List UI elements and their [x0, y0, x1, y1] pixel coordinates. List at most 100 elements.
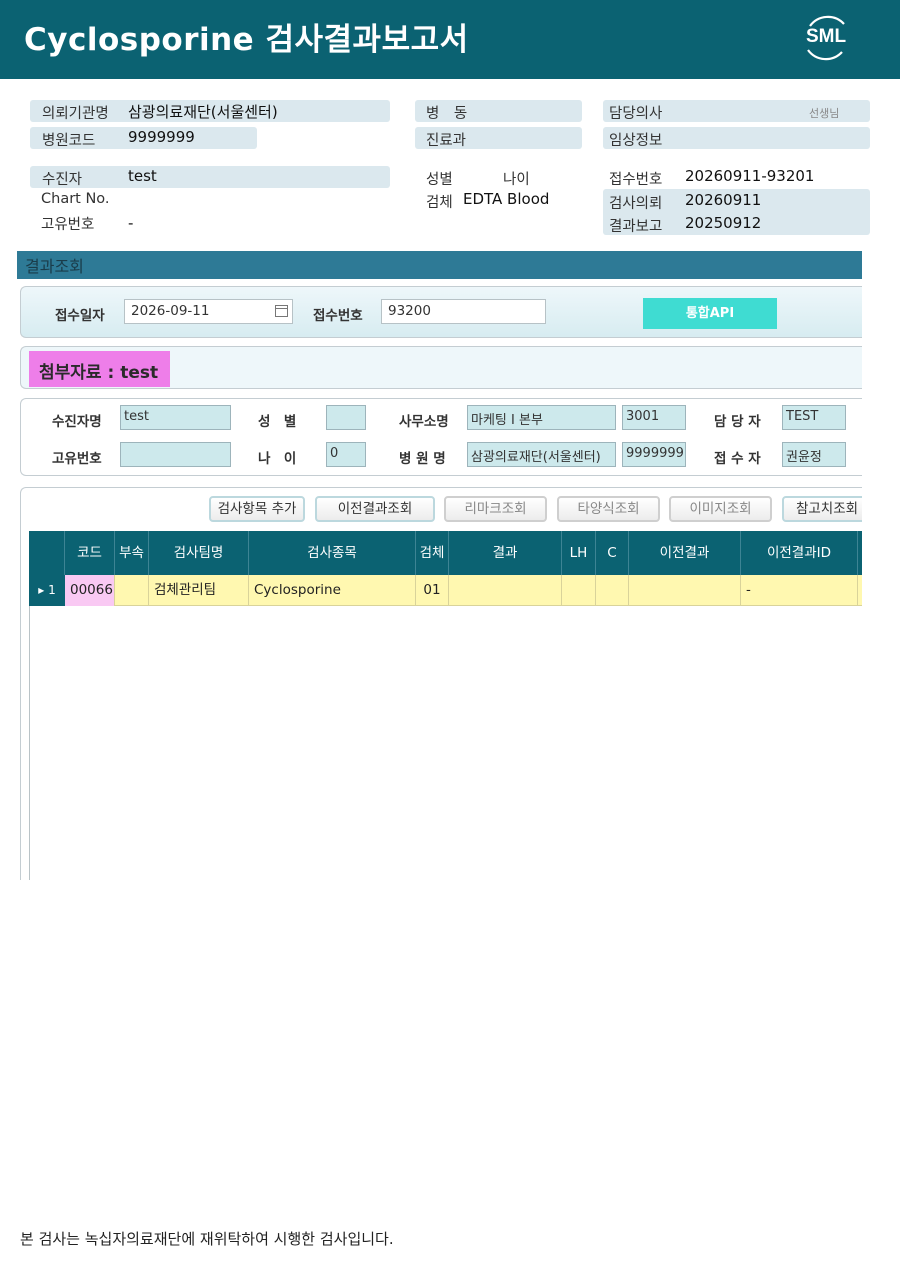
age-field-label: 나 이 — [258, 451, 297, 467]
col-prev-result-id[interactable]: 이전결과ID — [741, 531, 858, 575]
col-prev-result[interactable]: 이전결과 — [629, 531, 741, 575]
col-sub[interactable]: 부속 — [115, 531, 149, 575]
col-test[interactable]: 검사종목 — [249, 531, 416, 575]
cell-lh[interactable] — [562, 575, 596, 606]
results-grid-panel: 검사항목 추가 이전결과조회 리마크조회 타양식조회 이미지조회 참고치조회 코… — [20, 487, 862, 880]
ward-row: 병 동 — [415, 100, 582, 122]
dates-box: 검사의뢰 20260911 결과보고 20250912 — [603, 189, 870, 235]
search-panel: 접수일자 2026-09-11 접수번호 93200 통합API — [20, 286, 862, 338]
results-section-bar: 결과조회 — [17, 251, 862, 279]
sex-label: 성별 — [426, 172, 453, 188]
previous-result-button[interactable]: 이전결과조회 — [315, 496, 435, 522]
request-label: 검사의뢰 — [609, 196, 663, 212]
sex-field[interactable] — [326, 405, 366, 430]
department-label: 진료과 — [426, 133, 467, 149]
unique-id-label: 고유번호 — [41, 217, 95, 233]
receipt-no-value: 20260911-93201 — [685, 167, 815, 185]
image-button[interactable]: 이미지조회 — [669, 496, 772, 522]
patient-name: test — [128, 167, 157, 185]
department-row: 진료과 — [415, 127, 582, 149]
receipt-date-input[interactable]: 2026-09-11 — [124, 299, 293, 324]
other-form-button[interactable]: 타양식조회 — [557, 496, 660, 522]
report-title: Cyclosporine 검사결과보고서 — [24, 22, 469, 58]
hospital-code-value: 9999999 — [128, 128, 195, 146]
row-indicator[interactable]: ▸ 1 — [29, 575, 65, 606]
patient-detail-panel: 수진자명 test 성 별 사무소명 마케팅 I 본부 3001 담 당 자 T… — [20, 398, 862, 476]
specimen-row: 검체 EDTA Blood — [415, 189, 595, 211]
doctor-label: 담당의사 — [609, 106, 663, 122]
calendar-icon[interactable] — [275, 305, 288, 317]
cell-prev-result-id[interactable]: - — [741, 575, 858, 606]
add-test-item-button[interactable]: 검사항목 추가 — [209, 496, 305, 522]
doctor-row: 담당의사 선생님 — [603, 100, 870, 122]
reference-button[interactable]: 참고치조회 — [782, 496, 862, 522]
hospital-code-label: 병원코드 — [42, 133, 96, 149]
col-c[interactable]: C — [596, 531, 629, 575]
footer-note: 본 검사는 녹십자의료재단에 재위탁하여 시행한 검사입니다. — [20, 1230, 394, 1248]
uid-label: 고유번호 — [52, 451, 102, 467]
cell-specimen[interactable]: 01 — [416, 575, 449, 606]
uid-field[interactable] — [120, 442, 231, 467]
specimen-value: EDTA Blood — [463, 190, 550, 208]
grid-header: 코드 부속 검사팀명 검사종목 검체 결과 LH C 이전결과 이전결과ID — [29, 531, 862, 575]
receipt-no-input[interactable]: 93200 — [381, 299, 546, 324]
results-section-title: 결과조회 — [25, 257, 84, 276]
col-team[interactable]: 검사팀명 — [149, 531, 249, 575]
cell-result[interactable] — [449, 575, 562, 606]
clinical-info-label: 임상정보 — [609, 133, 663, 149]
col-lh[interactable]: LH — [562, 531, 596, 575]
grid-corner — [29, 531, 65, 575]
remark-button[interactable]: 리마크조회 — [444, 496, 547, 522]
col-result[interactable]: 결과 — [449, 531, 562, 575]
receiver-label: 접 수 자 — [714, 451, 761, 467]
request-date: 20260911 — [685, 191, 762, 209]
integrated-api-button[interactable]: 통합API — [643, 298, 777, 329]
hospital-name-label: 병 원 명 — [399, 451, 446, 467]
cell-team[interactable]: 검체관리팀 — [149, 575, 249, 606]
sex-age-row: 성별 나이 — [415, 166, 595, 188]
attachment-label[interactable]: 첨부자료 : test — [29, 351, 170, 387]
receiver-field[interactable]: 권윤정 — [782, 442, 846, 467]
cell-test[interactable]: Cyclosporine — [249, 575, 416, 606]
chart-label: Chart No. — [41, 191, 110, 207]
patient-label: 수진자 — [42, 172, 83, 188]
cell-c[interactable] — [596, 575, 629, 606]
logo-text: SML — [805, 26, 847, 47]
patient-row: 수진자 test — [30, 166, 390, 188]
hospital-code-row: 병원코드 9999999 — [30, 127, 257, 149]
institution-row: 의뢰기관명 삼광의료재단(서울센터) — [30, 100, 390, 122]
receipt-date-label: 접수일자 — [55, 308, 105, 324]
cell-prev-result[interactable] — [629, 575, 741, 606]
office-code-field[interactable]: 3001 — [622, 405, 686, 430]
col-code[interactable]: 코드 — [65, 531, 115, 575]
hospital-name-field[interactable]: 삼광의료재단(서울센터) — [467, 442, 616, 467]
patient-name-label: 수진자명 — [52, 414, 102, 430]
cell-code[interactable]: 00066 — [65, 575, 115, 606]
manager-field[interactable]: TEST — [782, 405, 846, 430]
cell-sub[interactable] — [115, 575, 149, 606]
table-row[interactable]: ▸ 1 00066 검체관리팀 Cyclosporine 01 - — [29, 575, 862, 606]
specimen-label: 검체 — [426, 195, 453, 211]
col-specimen[interactable]: 검체 — [416, 531, 449, 575]
unique-id-value: - — [128, 214, 134, 232]
receipt-no-search-label: 접수번호 — [313, 308, 363, 324]
unique-id-row: 고유번호 - — [30, 211, 390, 233]
attachment-panel: 첨부자료 : test — [20, 346, 862, 389]
report-header: Cyclosporine 검사결과보고서 SML — [0, 0, 900, 79]
sml-logo: SML — [800, 12, 852, 64]
age-field[interactable]: 0 — [326, 442, 366, 467]
report-date: 20250912 — [685, 214, 762, 232]
doctor-suffix: 선생님 — [809, 107, 840, 120]
receipt-no-row: 접수번호 20260911-93201 — [603, 166, 870, 188]
office-field[interactable]: 마케팅 I 본부 — [467, 405, 616, 430]
hospital-code-field[interactable]: 9999999 — [622, 442, 686, 467]
ward-label: 병 동 — [426, 106, 468, 122]
patient-name-field[interactable]: test — [120, 405, 231, 430]
institution-label: 의뢰기관명 — [42, 106, 109, 122]
clinical-info-row: 임상정보 — [603, 127, 870, 149]
institution-value: 삼광의료재단(서울센터) — [128, 103, 278, 121]
chart-row: Chart No. — [30, 189, 390, 211]
office-label: 사무소명 — [399, 414, 449, 430]
manager-label: 담 당 자 — [714, 414, 761, 430]
sex-field-label: 성 별 — [258, 414, 297, 430]
